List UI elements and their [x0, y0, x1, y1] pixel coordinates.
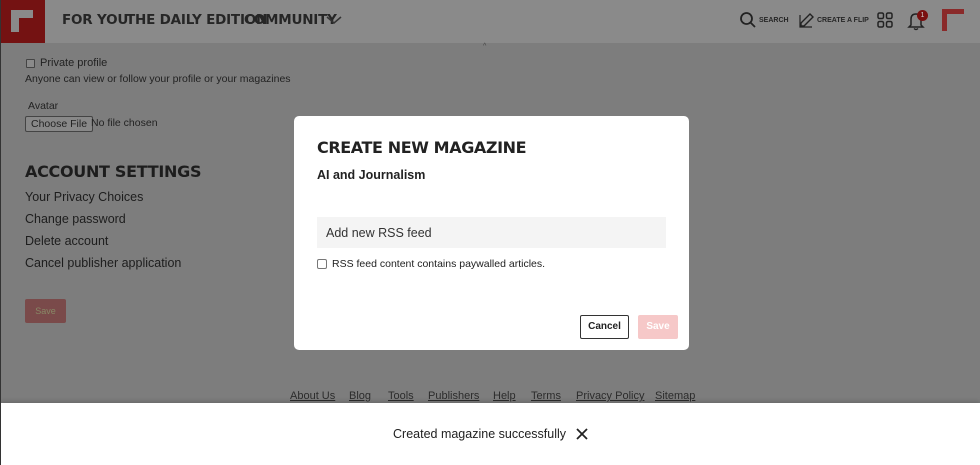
paywall-checkbox[interactable] [317, 259, 327, 269]
account-settings-title: ACCOUNT SETTINGS [25, 162, 202, 181]
footer-privacy-link[interactable]: Privacy Policy [576, 390, 644, 402]
private-profile-checkbox[interactable] [26, 59, 35, 68]
success-toast: Created magazine successfully [0, 403, 980, 465]
rss-feed-input[interactable] [317, 217, 666, 248]
dialog-title: CREATE NEW MAGAZINE [317, 138, 527, 157]
footer-links: About Us Blog Tools Publishers Help Term… [0, 390, 980, 404]
footer-blog-link[interactable]: Blog [349, 390, 371, 402]
delete-account-link[interactable]: Delete account [25, 234, 108, 248]
nav-for-you[interactable]: FOR YOU [62, 12, 128, 28]
footer-sitemap-link[interactable]: Sitemap [655, 390, 695, 402]
no-file-chosen-text: No file chosen [91, 117, 158, 129]
nav-community[interactable]: COMMUNITY [244, 12, 337, 28]
footer-terms-link[interactable]: Terms [531, 390, 561, 402]
toast-message: Created magazine successfully [393, 427, 566, 441]
flipboard-logo[interactable] [0, 0, 45, 43]
close-icon[interactable] [575, 427, 589, 441]
choose-file-button[interactable]: Choose File [25, 116, 94, 132]
search-label[interactable]: SEARCH [759, 17, 789, 24]
change-password-link[interactable]: Change password [25, 212, 126, 226]
settings-save-button[interactable]: Save [25, 299, 66, 323]
grid-icon[interactable] [876, 11, 894, 29]
footer-publishers-link[interactable]: Publishers [428, 390, 479, 402]
collapse-caret-icon: ^ [483, 43, 487, 50]
search-icon[interactable] [739, 11, 757, 29]
footer-tools-link[interactable]: Tools [388, 390, 414, 402]
top-nav-bar: FOR YOU THE DAILY EDITION COMMUNITY SEAR… [0, 0, 980, 43]
private-profile-label: Private profile [40, 57, 108, 69]
footer-help-link[interactable]: Help [493, 390, 516, 402]
save-button[interactable]: Save [638, 315, 678, 339]
create-magazine-dialog: CREATE NEW MAGAZINE AI and Journalism RS… [294, 116, 689, 350]
chevron-down-icon[interactable] [325, 13, 343, 27]
private-profile-help: Anyone can view or follow your profile o… [25, 73, 291, 85]
edit-icon[interactable] [798, 11, 816, 29]
magazine-name: AI and Journalism [317, 168, 426, 182]
cancel-button[interactable]: Cancel [580, 315, 629, 339]
window-edge [0, 0, 1, 465]
create-flip-label[interactable]: CREATE A FLIP [817, 17, 869, 24]
avatar[interactable] [942, 9, 964, 31]
paywall-checkbox-label: RSS feed content contains paywalled arti… [332, 258, 546, 270]
cancel-publisher-link[interactable]: Cancel publisher application [25, 256, 181, 270]
avatar-label: Avatar [28, 100, 59, 112]
footer-about-link[interactable]: About Us [290, 390, 335, 402]
privacy-choices-link[interactable]: Your Privacy Choices [25, 190, 143, 204]
notification-badge: 1 [917, 10, 928, 21]
